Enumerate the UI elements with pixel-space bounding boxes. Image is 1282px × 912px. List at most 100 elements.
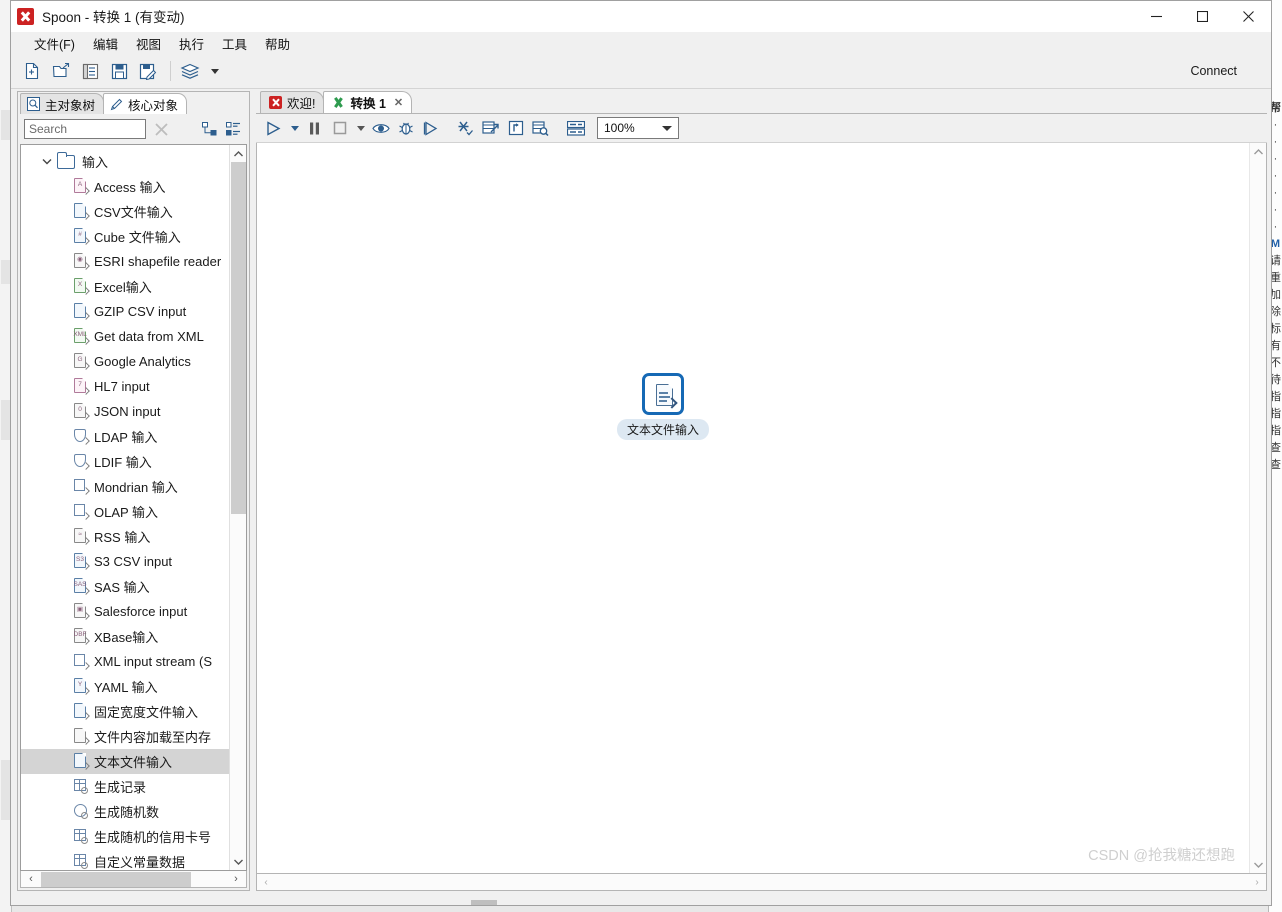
layers-dropdown-icon[interactable] (206, 58, 222, 84)
expand-all-icon[interactable] (199, 119, 219, 139)
tree-item[interactable]: 文件内容加载至内存 (21, 724, 229, 749)
search-input[interactable] (24, 119, 146, 139)
run-impact-analysis-icon[interactable] (479, 117, 502, 140)
tree-item[interactable]: Mondrian 输入 (21, 474, 229, 499)
left-panel-toolbar (18, 114, 249, 144)
transformation-canvas[interactable]: 文本文件输入 CSDN @抢我糖还想跑 (257, 143, 1249, 873)
tree-item[interactable]: GZIP CSV input (21, 299, 229, 324)
show-grid-icon[interactable] (564, 117, 587, 140)
collapse-all-icon[interactable] (223, 119, 243, 139)
scroll-right-arrow[interactable]: › (1248, 875, 1266, 890)
tree-item[interactable]: 7 HL7 input (21, 374, 229, 399)
tree-item-label: RSS 输入 (94, 530, 151, 545)
scroll-down-arrow[interactable] (230, 853, 247, 870)
stop-dropdown[interactable] (353, 117, 367, 140)
tree-item[interactable]: 0 JSON input (21, 399, 229, 424)
layers-icon[interactable] (177, 58, 203, 84)
scroll-thumb[interactable] (230, 162, 246, 514)
canvas-step-text-file-input[interactable]: 文本文件输入 (617, 373, 710, 440)
pause-button[interactable] (303, 117, 326, 140)
scroll-up-arrow[interactable] (1250, 143, 1267, 160)
explore-repository-icon[interactable] (77, 58, 103, 84)
tree-item[interactable]: Y YAML 输入 (21, 674, 229, 699)
yaml-input-icon: Y (73, 678, 90, 695)
tree-item[interactable]: 文本文件输入 (21, 749, 229, 774)
chevron-down-icon[interactable] (39, 154, 55, 170)
tab-main-object-tree[interactable]: 主对象树 (20, 93, 105, 114)
tree-item[interactable]: 生成随机数 (21, 799, 229, 824)
tree-item[interactable]: XML Get data from XML (21, 324, 229, 349)
save-as-icon[interactable] (135, 58, 161, 84)
open-file-icon[interactable] (48, 58, 74, 84)
tree-item[interactable]: XML input stream (S (21, 649, 229, 674)
tree-item[interactable]: # Cube 文件输入 (21, 224, 229, 249)
tree-item[interactable]: 生成记录 (21, 774, 229, 799)
preview-button[interactable] (369, 117, 392, 140)
save-icon[interactable] (106, 58, 132, 84)
tree-item[interactable]: DBF XBase输入 (21, 624, 229, 649)
tree-item[interactable]: X Excel输入 (21, 274, 229, 299)
canvas-horizontal-scrollbar[interactable]: ‹ › (256, 874, 1267, 891)
show-last-impact-icon[interactable] (529, 117, 552, 140)
tree-item[interactable]: CSV文件输入 (21, 199, 229, 224)
connect-label[interactable]: Connect (1190, 64, 1237, 78)
tree-item[interactable]: G Google Analytics (21, 349, 229, 374)
chevron-down-icon[interactable] (662, 125, 672, 131)
tree-item-label: HL7 input (94, 379, 150, 394)
menu-item-view[interactable]: 视图 (127, 32, 170, 55)
tree-item[interactable]: 自定义常量数据 (21, 849, 229, 870)
tree-vertical-scrollbar[interactable] (229, 145, 246, 870)
menu-item-file[interactable]: 文件(F) (25, 32, 84, 55)
json-input-icon: 0 (73, 403, 90, 420)
tree-item[interactable]: OLAP 输入 (21, 499, 229, 524)
tab-core-objects[interactable]: 核心对象 (103, 93, 188, 114)
tab-close-icon[interactable]: ✕ (394, 96, 403, 109)
menu-item-run[interactable]: 执行 (170, 32, 213, 55)
scroll-track[interactable] (41, 871, 226, 887)
scroll-left-arrow[interactable]: ‹ (257, 875, 275, 890)
menu-item-tools[interactable]: 工具 (213, 32, 256, 55)
replay-button[interactable] (419, 117, 442, 140)
tree-item-label: Google Analytics (94, 354, 191, 369)
menu-item-help[interactable]: 帮助 (256, 32, 299, 55)
tree-group-label: 输入 (82, 155, 109, 170)
tab-welcome[interactable]: 欢迎! (260, 91, 325, 113)
scroll-left-arrow[interactable]: ‹ (21, 872, 41, 887)
tree-item-label: XBase输入 (94, 630, 159, 645)
tree-item[interactable]: SAS SAS 输入 (21, 574, 229, 599)
run-button[interactable] (262, 117, 285, 140)
maximize-button[interactable] (1179, 1, 1225, 32)
tree-item[interactable]: LDAP 输入 (21, 424, 229, 449)
tree-item[interactable]: ◉ ESRI shapefile reader (21, 249, 229, 274)
zoom-level-combobox[interactable]: 100% (597, 117, 679, 139)
tree-item[interactable]: 生成随机的信用卡号 (21, 824, 229, 849)
scroll-up-arrow[interactable] (230, 145, 247, 162)
scroll-track[interactable] (230, 162, 247, 853)
spoon-main-window: Spoon - 转换 1 (有变动) 文件(F) 编辑 视图 执行 工具 帮助 (10, 0, 1272, 906)
tree-group-input[interactable]: 输入 (21, 149, 229, 174)
canvas-vertical-scrollbar[interactable] (1249, 143, 1266, 873)
tab-transformation-1[interactable]: 转换 1 ✕ (323, 91, 413, 113)
debug-button[interactable] (394, 117, 417, 140)
tree-item[interactable]: A Access 输入 (21, 174, 229, 199)
window-resize-nub[interactable] (471, 900, 497, 905)
get-sql-icon[interactable] (504, 117, 527, 140)
stop-button[interactable] (328, 117, 351, 140)
tree-item[interactable]: ▣ Salesforce input (21, 599, 229, 624)
tree-item[interactable]: LDIF 输入 (21, 449, 229, 474)
scroll-right-arrow[interactable]: › (226, 872, 246, 887)
close-button[interactable] (1225, 1, 1271, 32)
menu-item-edit[interactable]: 编辑 (84, 32, 127, 55)
scroll-down-arrow[interactable] (1250, 856, 1267, 873)
tree-item[interactable]: ≈ RSS 输入 (21, 524, 229, 549)
close-x-icon[interactable] (150, 119, 172, 139)
new-file-icon[interactable] (19, 58, 45, 84)
tree-item[interactable]: 固定宽度文件输入 (21, 699, 229, 724)
core-objects-tree[interactable]: 输入 A Access 输入 CSV文件输入 # Cube 文件输入 ◉ ESRI shap… (21, 145, 229, 870)
scroll-thumb[interactable] (41, 871, 191, 887)
run-dropdown[interactable] (287, 117, 301, 140)
minimize-button[interactable] (1133, 1, 1179, 32)
tree-item[interactable]: S3 S3 CSV input (21, 549, 229, 574)
verify-transformation-icon[interactable] (454, 117, 477, 140)
tree-horizontal-scrollbar[interactable]: ‹ › (20, 871, 247, 888)
